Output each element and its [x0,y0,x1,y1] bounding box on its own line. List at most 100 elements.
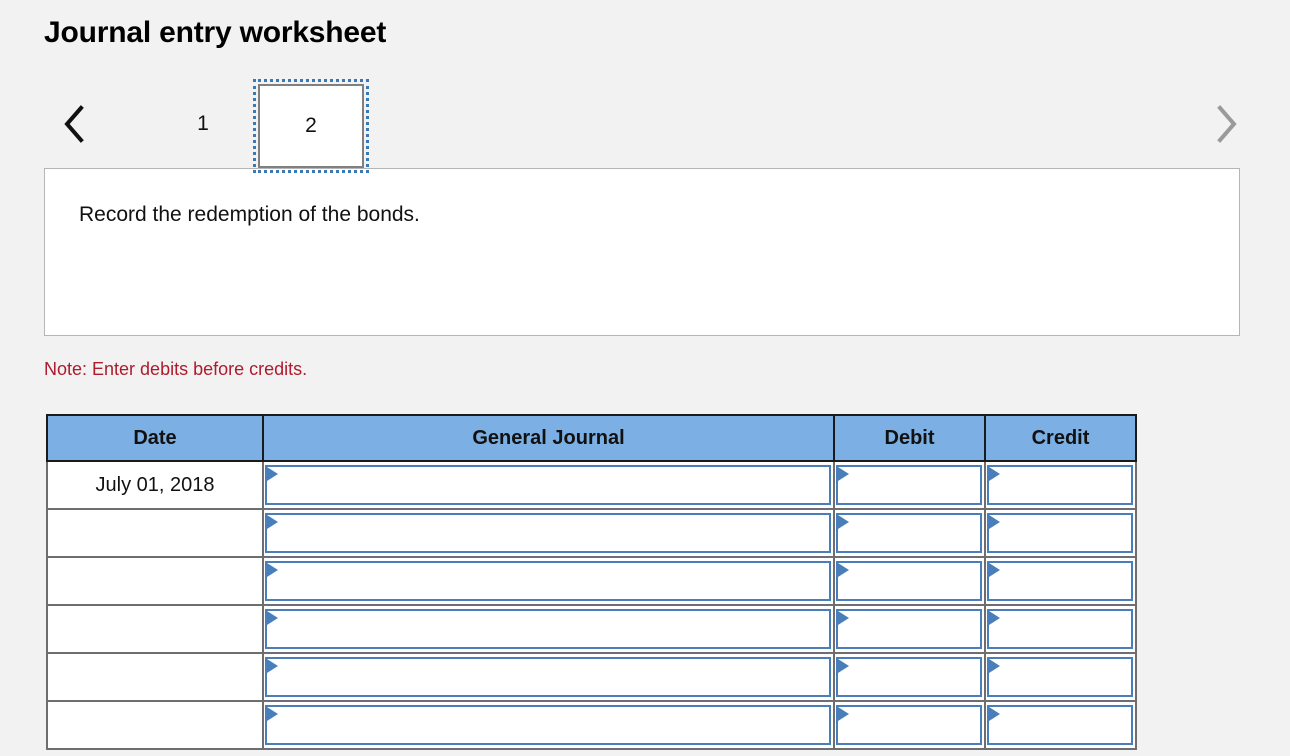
debit-input[interactable] [852,467,978,503]
dropdown-arrow-icon[interactable] [989,659,1000,673]
cell-credit[interactable] [984,652,1137,702]
general-journal-input[interactable] [281,515,827,551]
credit-input[interactable] [1003,611,1129,647]
column-header-credit: Credit [984,414,1137,462]
credit-input-shell[interactable] [987,609,1133,649]
cell-credit[interactable] [984,556,1137,606]
entry-description-panel: Record the redemption of the bonds. [44,168,1240,336]
journal-table-header-row: Date General Journal Debit Credit [46,414,1137,462]
general-journal-input-shell[interactable] [265,513,831,553]
general-journal-input-shell[interactable] [265,609,831,649]
worksheet-tab-2[interactable]: 2 [253,79,369,173]
general-journal-input[interactable] [281,659,827,695]
debit-input-shell[interactable] [836,657,982,697]
journal-entry-table: Date General Journal Debit Credit July 0… [46,414,1137,750]
general-journal-input-shell[interactable] [265,561,831,601]
credit-input-shell[interactable] [987,465,1133,505]
cell-credit[interactable] [984,508,1137,558]
table-row [46,604,1137,654]
cell-debit[interactable] [833,508,986,558]
column-header-date: Date [46,414,264,462]
cell-general-journal[interactable] [262,508,835,558]
cell-general-journal[interactable] [262,556,835,606]
cell-credit[interactable] [984,460,1137,510]
next-entry-button[interactable] [1200,84,1252,164]
dropdown-arrow-icon[interactable] [989,467,1000,481]
dropdown-arrow-icon[interactable] [989,707,1000,721]
debits-before-credits-note: Note: Enter debits before credits. [44,359,308,379]
credit-input[interactable] [1003,467,1129,503]
worksheet-tab-1-label: 1 [197,112,209,135]
debit-input[interactable] [852,707,978,743]
journal-table-body: July 01, 2018 [46,460,1137,750]
credit-input-shell[interactable] [987,705,1133,745]
dropdown-arrow-icon[interactable] [989,611,1000,625]
cell-date [46,604,264,654]
table-row: July 01, 2018 [46,460,1137,510]
dropdown-arrow-icon[interactable] [989,563,1000,577]
cell-general-journal[interactable] [262,460,835,510]
cell-debit[interactable] [833,700,986,750]
worksheet-tab-1[interactable]: 1 [148,84,258,164]
table-row [46,556,1137,606]
debit-input-shell[interactable] [836,465,982,505]
debit-input-shell[interactable] [836,609,982,649]
dropdown-arrow-icon[interactable] [838,515,849,529]
debit-input[interactable] [852,611,978,647]
debit-input[interactable] [852,563,978,599]
cell-credit[interactable] [984,700,1137,750]
cell-date [46,652,264,702]
dropdown-arrow-icon[interactable] [838,659,849,673]
general-journal-input-shell[interactable] [265,657,831,697]
dropdown-arrow-icon[interactable] [838,611,849,625]
column-header-general-journal: General Journal [262,414,835,462]
worksheet-pager: 1 2 [40,79,1252,173]
credit-input[interactable] [1003,659,1129,695]
table-row [46,508,1137,558]
journal-entry-worksheet-page: Journal entry worksheet 1 2 Record the r… [0,0,1290,756]
table-row [46,700,1137,750]
cell-debit[interactable] [833,556,986,606]
credit-input[interactable] [1003,707,1129,743]
dropdown-arrow-icon[interactable] [267,707,278,721]
chevron-right-icon [1213,104,1239,144]
credit-input-shell[interactable] [987,657,1133,697]
cell-date [46,508,264,558]
cell-credit[interactable] [984,604,1137,654]
previous-entry-button[interactable] [48,84,100,164]
dropdown-arrow-icon[interactable] [267,467,278,481]
debit-input-shell[interactable] [836,561,982,601]
general-journal-input[interactable] [281,707,827,743]
general-journal-input-shell[interactable] [265,465,831,505]
cell-general-journal[interactable] [262,604,835,654]
dropdown-arrow-icon[interactable] [838,467,849,481]
debit-input[interactable] [852,659,978,695]
dropdown-arrow-icon[interactable] [838,707,849,721]
debit-input-shell[interactable] [836,513,982,553]
dropdown-arrow-icon[interactable] [267,659,278,673]
cell-general-journal[interactable] [262,652,835,702]
credit-input-shell[interactable] [987,513,1133,553]
cell-date [46,556,264,606]
credit-input[interactable] [1003,515,1129,551]
entry-description-text: Record the redemption of the bonds. [79,203,420,226]
cell-general-journal[interactable] [262,700,835,750]
general-journal-input-shell[interactable] [265,705,831,745]
dropdown-arrow-icon[interactable] [267,611,278,625]
general-journal-input[interactable] [281,467,827,503]
credit-input-shell[interactable] [987,561,1133,601]
general-journal-input[interactable] [281,563,827,599]
cell-debit[interactable] [833,604,986,654]
dropdown-arrow-icon[interactable] [838,563,849,577]
general-journal-input[interactable] [281,611,827,647]
journal-table-header: Date General Journal Debit Credit [46,414,1137,462]
page-title: Journal entry worksheet [44,16,387,49]
debit-input-shell[interactable] [836,705,982,745]
credit-input[interactable] [1003,563,1129,599]
dropdown-arrow-icon[interactable] [267,515,278,529]
cell-debit[interactable] [833,652,986,702]
debit-input[interactable] [852,515,978,551]
dropdown-arrow-icon[interactable] [267,563,278,577]
dropdown-arrow-icon[interactable] [989,515,1000,529]
cell-debit[interactable] [833,460,986,510]
